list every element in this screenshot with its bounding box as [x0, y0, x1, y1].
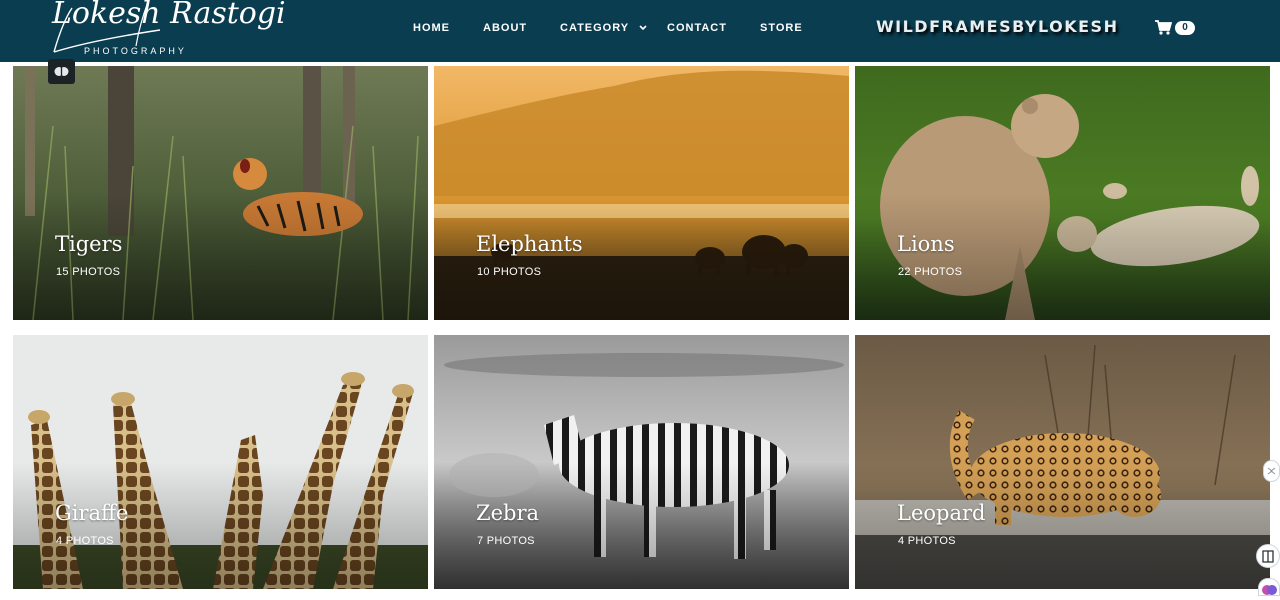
card-shade — [855, 335, 1270, 589]
card-shade — [13, 335, 428, 589]
logo-name: Lokesh Rastogi — [52, 0, 286, 31]
category-card-zebra[interactable]: Zebra 7 PHOTOS — [434, 335, 849, 589]
card-shade — [13, 66, 428, 320]
nav-home[interactable]: HOME — [413, 22, 450, 34]
category-title: Lions — [897, 232, 955, 256]
category-count: 15 PHOTOS — [56, 266, 121, 278]
cart-button[interactable]: 0 — [1154, 18, 1198, 38]
site-logo[interactable]: Lokesh Rastogi PHOTOGRAPHY — [50, 0, 286, 60]
category-card-giraffe[interactable]: Giraffe 4 PHOTOS — [13, 335, 428, 589]
card-shade — [434, 66, 849, 320]
collapse-panel-button[interactable] — [1263, 460, 1280, 482]
book-icon — [1262, 550, 1274, 563]
category-card-lions[interactable]: Lions 22 PHOTOS — [855, 66, 1270, 320]
ai-assistant-button[interactable] — [48, 59, 75, 84]
category-count: 4 PHOTOS — [56, 535, 114, 547]
category-count: 22 PHOTOS — [898, 266, 963, 278]
card-shade — [855, 66, 1270, 320]
shopping-cart-icon — [1155, 20, 1172, 35]
category-title: Tigers — [55, 232, 123, 256]
nav-category[interactable]: CATEGORY — [560, 22, 647, 34]
card-shade — [434, 335, 849, 589]
category-count: 4 PHOTOS — [898, 535, 956, 547]
assistant-widget-button[interactable] — [1258, 578, 1280, 596]
category-count: 10 PHOTOS — [477, 266, 542, 278]
category-card-elephants[interactable]: Elephants 10 PHOTOS — [434, 66, 849, 320]
category-card-leopard[interactable]: Leopard 4 PHOTOS — [855, 335, 1270, 589]
chevron-down-icon — [639, 25, 647, 31]
arrows-icon — [1267, 467, 1276, 475]
brand-wordmark[interactable]: WILDFRAMESBYLOKESH — [876, 17, 1118, 36]
category-title: Leopard — [897, 501, 986, 525]
site-header: Lokesh Rastogi PHOTOGRAPHY HOME ABOUT CA… — [0, 0, 1280, 62]
category-count: 7 PHOTOS — [477, 535, 535, 547]
cart-count-badge: 0 — [1175, 21, 1195, 35]
nav-store[interactable]: STORE — [760, 22, 803, 34]
nav-about[interactable]: ABOUT — [483, 22, 527, 34]
reader-button[interactable] — [1256, 544, 1280, 568]
category-card-tigers[interactable]: Tigers 15 PHOTOS — [13, 66, 428, 320]
nav-contact[interactable]: CONTACT — [667, 22, 727, 34]
category-title: Giraffe — [55, 501, 129, 525]
nav-category-label: CATEGORY — [560, 22, 629, 34]
brain-icon — [54, 67, 69, 76]
logo-tagline: PHOTOGRAPHY — [84, 46, 187, 56]
brain-icon — [1262, 585, 1277, 595]
category-title: Elephants — [476, 232, 583, 256]
category-title: Zebra — [476, 501, 540, 525]
